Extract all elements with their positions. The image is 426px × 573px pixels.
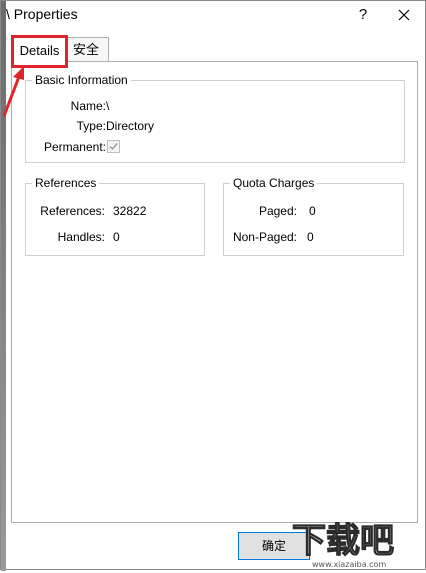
basic-information-group: Basic Information Name: \ Type: Director… [25,73,405,163]
paged-label: Paged: [258,204,297,218]
handles-value: 0 [113,230,120,244]
window-title: \ Properties [6,6,78,22]
help-button[interactable]: ? [348,1,378,29]
references-label: References: [40,204,105,218]
nonpaged-value: 0 [307,230,314,244]
handles-label: Handles: [57,230,105,244]
title-bar[interactable]: \ Properties ? [6,1,425,29]
type-label: Type: [76,119,106,133]
type-value: Directory [106,119,155,133]
svg-text:www.xiazaiba.com: www.xiazaiba.com [312,560,386,569]
permanent-checkbox[interactable] [107,140,120,153]
properties-window: \ Properties ? Details 安全 Basic Informat… [0,0,426,571]
references-legend: References [32,176,100,190]
tab-security[interactable]: 安全 [63,37,109,62]
close-button[interactable] [387,1,421,29]
permanent-label: Permanent: [43,140,106,154]
checkmark-icon [109,143,118,151]
details-panel: Basic Information Name: \ Type: Director… [11,61,418,523]
nonpaged-label: Non-Paged: [232,230,297,244]
name-label: Name: [70,99,106,113]
watermark-logo-icon: 下载吧 www.xiazaiba.com [291,520,394,569]
tab-details[interactable]: Details [11,35,68,68]
watermark-logo: 下载吧 www.xiazaiba.com [290,514,420,570]
close-icon [398,9,410,21]
svg-text:下载吧: 下载吧 [292,521,394,561]
annotation-arrow-icon [2,66,24,117]
basic-information-legend: Basic Information [32,73,131,87]
name-value: \ [106,99,110,113]
quota-charges-group: Quota Charges Paged: 0 Non-Paged: 0 [223,176,404,256]
references-group: References References: 32822 Handles: 0 [25,176,205,256]
paged-value: 0 [309,204,316,218]
quota-charges-legend: Quota Charges [230,176,318,190]
references-value: 32822 [113,204,147,218]
tab-strip: Details 安全 [11,35,419,68]
